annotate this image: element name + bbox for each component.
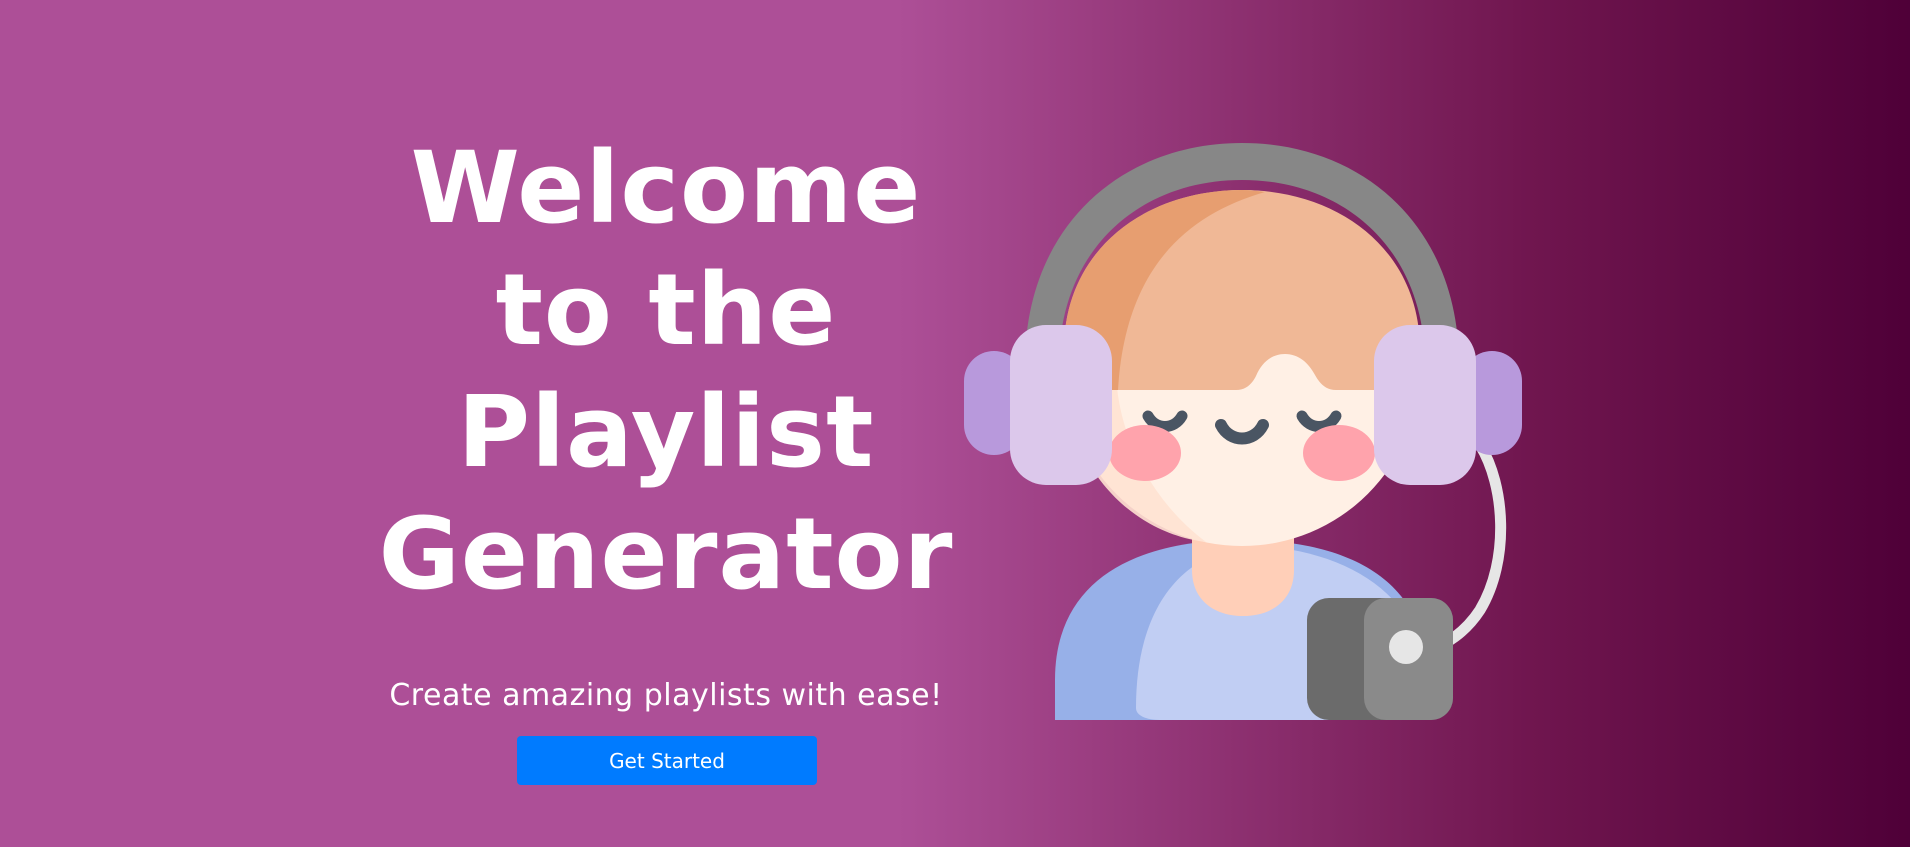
get-started-button[interactable]: Get Started (517, 736, 817, 785)
hero-title-line: Welcome (410, 131, 922, 246)
listener-with-headphones-icon (960, 140, 1526, 726)
hero-text-block: Welcome to the Playlist Generator Create… (366, 128, 966, 785)
hero-title: Welcome to the Playlist Generator (366, 128, 966, 616)
hero-title-line: Playlist (457, 375, 875, 490)
hero-title-line: Generator (378, 497, 954, 612)
hero-subtitle: Create amazing playlists with ease! (389, 678, 943, 713)
hero-title-line: to the (495, 253, 837, 368)
